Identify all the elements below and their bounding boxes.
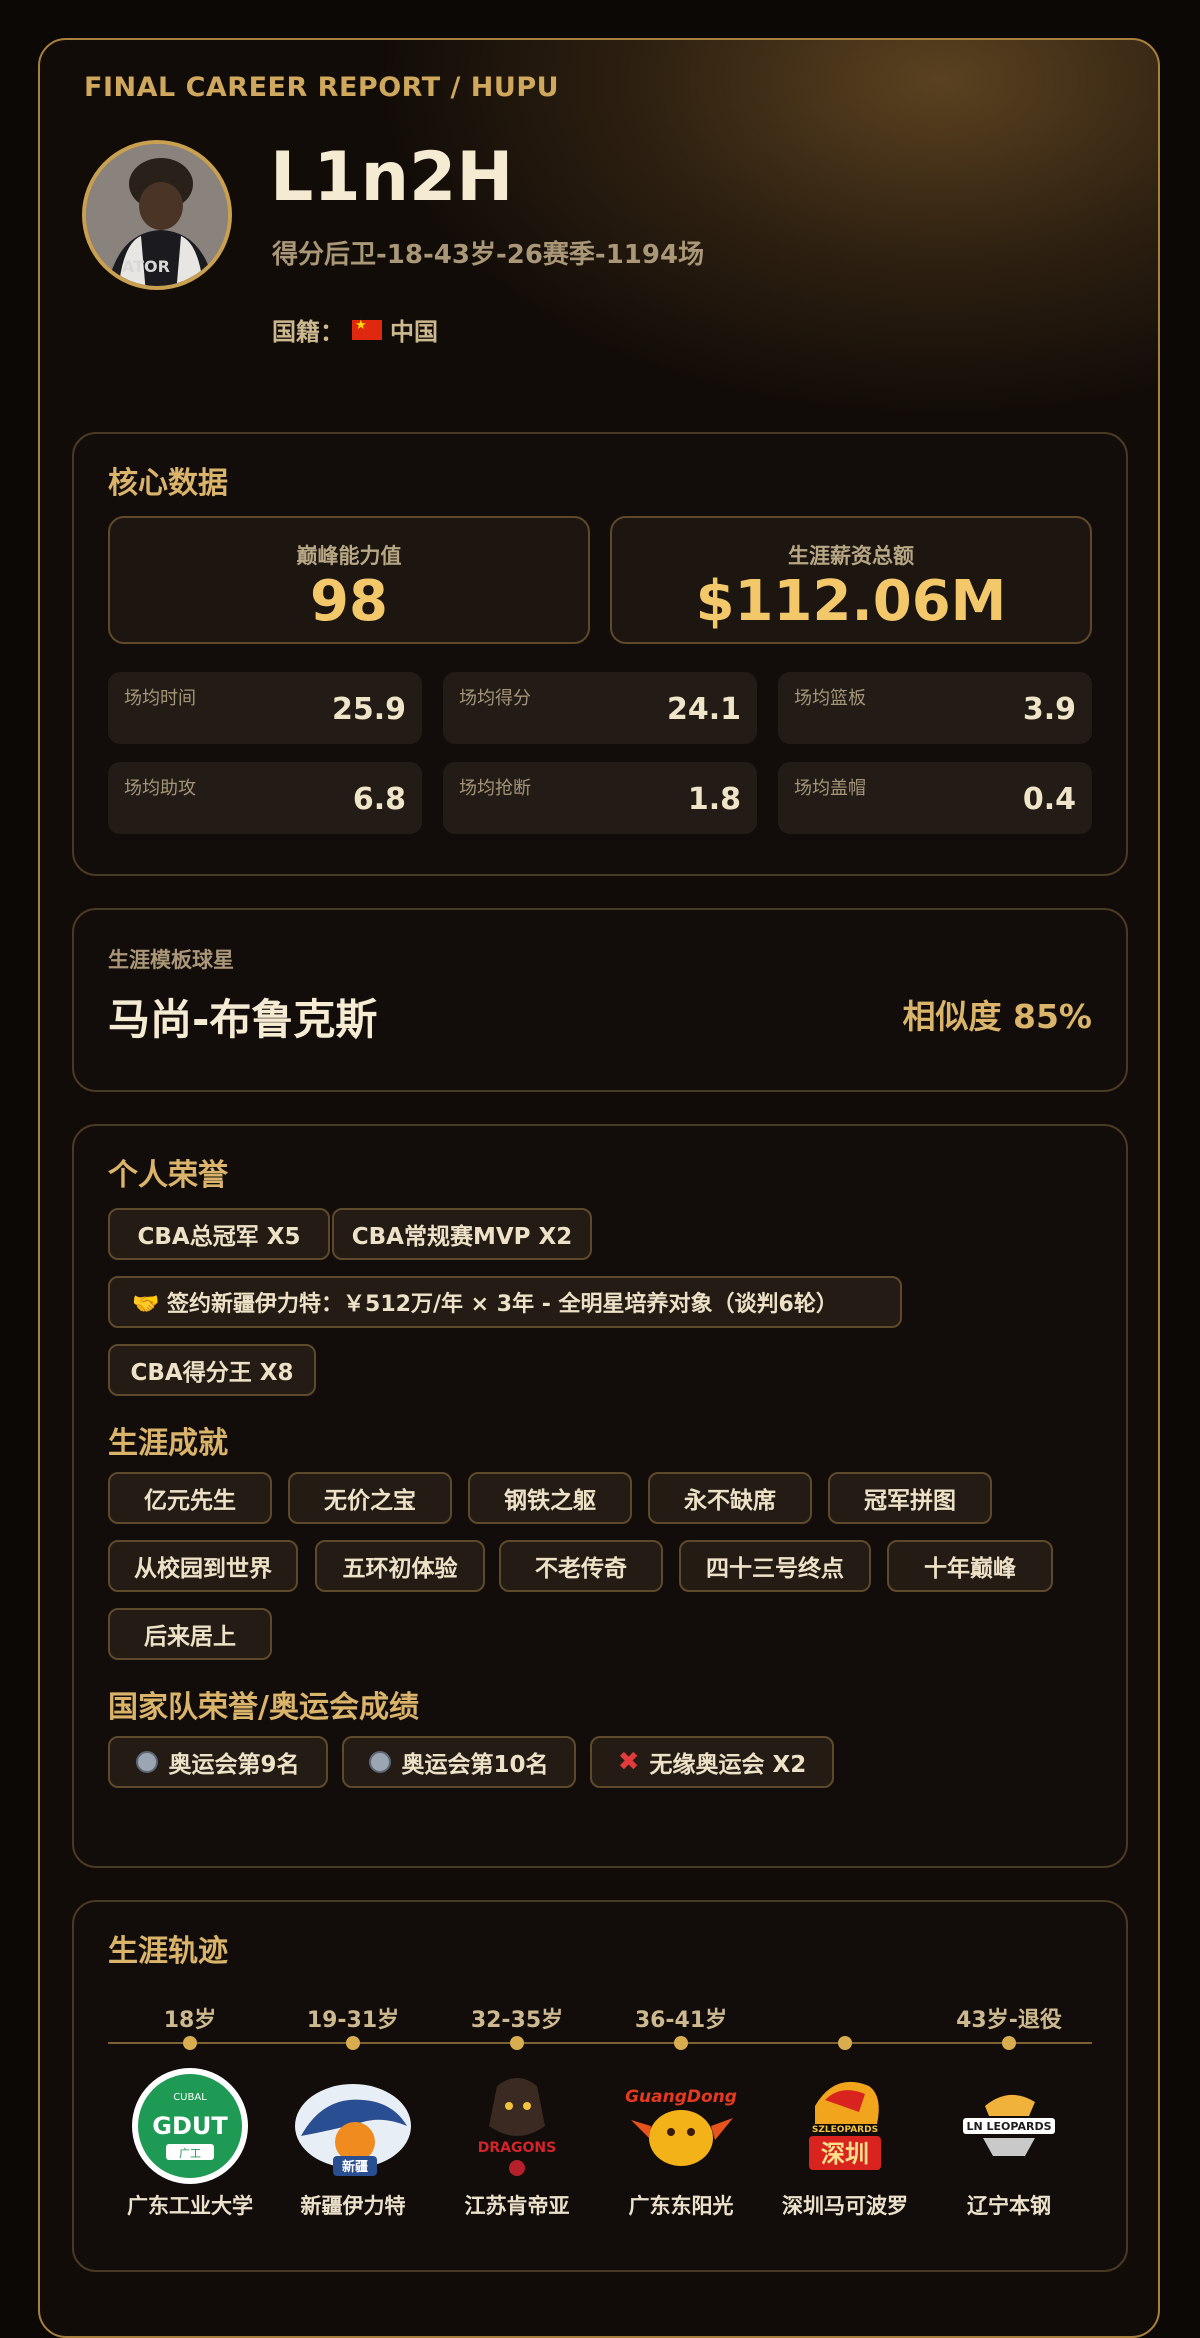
olympic-result-text: 奥运会第10名 [401,1752,549,1778]
gdut-logo-main: GDUT [152,2112,228,2140]
timeline-line [108,2042,1092,2044]
national-team-title: 国家队荣誉/奥运会成绩 [108,1690,419,1725]
peak-rating-box: 巅峰能力值 98 [108,516,590,644]
stat-value: 24.1 [666,692,741,727]
medal-icon [369,1751,392,1773]
achievement-tag: 四十三号终点 [679,1540,871,1592]
career-salary-value: $112.06M [695,569,1007,634]
peak-rating-label: 巅峰能力值 [296,544,402,568]
core-data-title: 核心数据 [108,466,228,501]
olympic-result-tag: ✖ 无缘奥运会 X2 [590,1736,834,1788]
jiangsu-logo-text: DRAGONS [478,2140,556,2156]
similarity-score: 相似度 85% [902,997,1092,1036]
timeline-dot [346,2036,360,2050]
contract-tag: 🤝 签约新疆伊力特：￥512万/年 × 3年 - 全明星培养对象（谈判6轮） [108,1276,902,1328]
timeline-dot [510,2036,524,2050]
player-avatar: ATOR [82,140,232,290]
team-name: 深圳马可波罗 [782,2194,908,2218]
player-name: L1n2H [270,138,514,217]
player-subtitle: 得分后卫-18-43岁-26赛季-1194场 [272,240,705,270]
timeline-dot [674,2036,688,2050]
honor-tag: CBA得分王 X8 [108,1344,316,1396]
timeline-dot [183,2036,197,2050]
svg-text:ATOR: ATOR [122,257,170,276]
nationality: 国籍： 中国 [272,312,438,347]
xinjiang-tigers-logo: 新疆 [293,2066,413,2186]
timeline-age: 18岁 [163,2008,217,2033]
gdut-logo-top: CUBAL [173,2092,207,2103]
template-player-label: 生涯模板球星 [108,948,234,972]
personal-honors-title: 个人荣誉 [108,1158,228,1193]
guangdong-logo-text: GuangDong [625,2087,737,2107]
stat-assists: 场均助攻 6.8 [108,762,422,834]
career-trajectory-title: 生涯轨迹 [108,1934,228,1969]
peak-rating-value: 98 [310,569,388,634]
achievement-tag: 无价之宝 [288,1472,452,1524]
jiangsu-dragons-logo: DRAGONS [457,2066,577,2186]
stat-value: 1.8 [687,782,741,817]
stat-label: 场均时间 [124,688,196,709]
achievement-tag: 钢铁之躯 [468,1472,632,1524]
achievement-tag: 永不缺席 [648,1472,812,1524]
team-name: 江苏肯帝亚 [464,2194,570,2218]
nationality-value: 中国 [390,318,438,346]
stat-minutes: 场均时间 25.9 [108,672,422,744]
stat-label: 场均抢断 [459,778,531,799]
olympic-result-text: 无缘奥运会 X2 [649,1752,807,1778]
achievement-tag: 从校园到世界 [108,1540,298,1592]
liaoning-logo-text: LN LEOPARDS [966,2120,1051,2133]
team-name: 广东工业大学 [127,2194,253,2218]
team-name: 辽宁本钢 [967,2194,1051,2218]
xinjiang-logo-text: 新疆 [342,2159,368,2175]
career-salary-label: 生涯薪资总额 [788,544,914,568]
achievement-tag: 亿元先生 [108,1472,272,1524]
stat-value: 3.9 [1022,692,1076,727]
team-name: 广东东阳光 [628,2194,734,2218]
achievement-tag: 十年巅峰 [887,1540,1053,1592]
stat-points: 场均得分 24.1 [443,672,757,744]
stat-value: 25.9 [331,692,406,727]
nationality-label: 国籍： [272,318,344,346]
shenzhen-leopards-logo: SZLEOPARDS 深圳 [785,2066,905,2186]
medal-icon [136,1751,159,1773]
timeline-dot [838,2036,852,2050]
guangdong-logo: GuangDong [621,2066,741,2186]
timeline-dot [1002,2036,1016,2050]
china-flag-icon [352,318,382,340]
achievement-tag: 冠军拼图 [828,1472,992,1524]
olympic-result-tag: 奥运会第10名 [342,1736,576,1788]
shenzhen-logo-top: SZLEOPARDS [812,2125,878,2135]
timeline-age: 32-35岁 [470,2008,564,2033]
cross-icon: ✖ [617,1747,640,1777]
stat-label: 场均篮板 [794,688,866,709]
achievement-tag: 后来居上 [108,1608,272,1660]
stat-steals: 场均抢断 1.8 [443,762,757,834]
achievements-title: 生涯成就 [108,1426,228,1461]
timeline-age: 36-41岁 [634,2008,728,2033]
stat-label: 场均得分 [459,688,531,709]
stat-value: 0.4 [1022,782,1076,817]
liaoning-leopards-logo: LN LEOPARDS [949,2066,1069,2186]
template-player-name: 马尚-布鲁克斯 [108,995,378,1044]
gdut-logo-bottom: 广工 [179,2147,201,2160]
honor-tag: CBA常规赛MVP X2 [332,1208,592,1260]
timeline-age: 19-31岁 [306,2008,400,2033]
honor-tag: CBA总冠军 X5 [108,1208,330,1260]
stat-value: 6.8 [352,782,406,817]
gdut-logo: CUBAL GDUT 广工 [130,2066,250,2186]
achievement-tag: 五环初体验 [315,1540,485,1592]
team-name: 新疆伊力特 [300,2194,406,2218]
report-title: FINAL CAREER REPORT / HUPU [84,72,560,103]
timeline-age: 43岁-退役 [956,2008,1062,2033]
achievement-tag: 不老传奇 [499,1540,663,1592]
stat-label: 场均助攻 [124,778,196,799]
stat-label: 场均盖帽 [794,778,866,799]
career-salary-box: 生涯薪资总额 $112.06M [610,516,1092,644]
olympic-result-text: 奥运会第9名 [168,1752,300,1778]
olympic-result-tag: 奥运会第9名 [108,1736,328,1788]
stat-blocks: 场均盖帽 0.4 [778,762,1092,834]
shenzhen-logo-main: 深圳 [821,2140,869,2168]
stat-rebounds: 场均篮板 3.9 [778,672,1092,744]
